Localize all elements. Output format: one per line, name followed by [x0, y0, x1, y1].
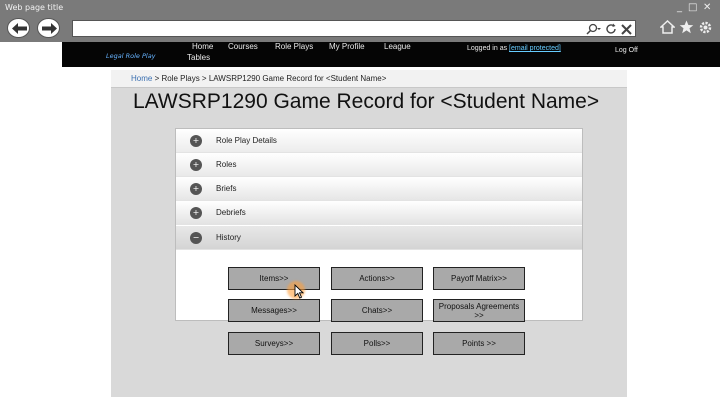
- site-logo[interactable]: Legal Role Play: [106, 52, 156, 60]
- settings-gear-icon[interactable]: [698, 20, 713, 35]
- stop-icon[interactable]: [621, 23, 632, 35]
- accordion-item-history[interactable]: − History: [176, 226, 582, 250]
- nav-tables[interactable]: Tables: [187, 53, 210, 62]
- accordion-item-role-play-details[interactable]: + Role Play Details: [176, 129, 582, 153]
- arrow-left-icon: [12, 23, 27, 34]
- minimize-icon[interactable]: _: [677, 2, 682, 14]
- nav-league[interactable]: League: [384, 42, 411, 51]
- mouse-cursor-icon: [294, 284, 304, 299]
- nav-courses[interactable]: Courses: [228, 42, 258, 51]
- close-icon[interactable]: ✕: [703, 2, 711, 14]
- messages-button[interactable]: Messages>>: [228, 299, 320, 322]
- surveys-button[interactable]: Surveys>>: [228, 332, 320, 355]
- window-titlebar: Web page title _ □ ✕: [0, 0, 720, 17]
- home-icon[interactable]: [660, 20, 675, 34]
- proposals-agreements-button[interactable]: Proposals Agreements >>: [433, 299, 525, 322]
- accordion-label: Debriefs: [216, 208, 246, 217]
- browser-toolbar: [0, 17, 720, 42]
- forward-button[interactable]: [37, 18, 60, 38]
- expand-icon[interactable]: +: [190, 135, 202, 147]
- maximize-icon[interactable]: □: [688, 2, 697, 14]
- log-off-link[interactable]: Log Off: [615, 47, 638, 54]
- breadcrumb: Home > Role Plays > LAWSRP1290 Game Reco…: [111, 70, 627, 88]
- favorites-star-icon[interactable]: [679, 20, 694, 34]
- nav-home[interactable]: Home: [192, 42, 213, 51]
- points-button[interactable]: Points >>: [433, 332, 525, 355]
- site-navbar: Legal Role Play Home Courses Role Plays …: [62, 42, 720, 67]
- items-button[interactable]: Items>>: [228, 267, 320, 290]
- user-email-link[interactable]: [email protected]: [509, 45, 561, 52]
- nav-role-plays[interactable]: Role Plays: [275, 42, 313, 51]
- address-bar[interactable]: [72, 20, 636, 37]
- breadcrumb-trail: > Role Plays > LAWSRP1290 Game Record fo…: [152, 74, 387, 83]
- arrow-right-icon: [42, 23, 57, 34]
- logged-in-prefix: Logged in as: [467, 45, 508, 52]
- collapse-icon[interactable]: −: [190, 232, 202, 244]
- accordion-item-briefs[interactable]: + Briefs: [176, 177, 582, 201]
- page-title: LAWSRP1290 Game Record for <Student Name…: [133, 90, 600, 113]
- breadcrumb-home-link[interactable]: Home: [131, 74, 152, 83]
- expand-icon[interactable]: +: [190, 159, 202, 171]
- accordion-label: History: [216, 233, 241, 242]
- window-title: Web page title: [5, 3, 64, 12]
- accordion-label: Roles: [216, 160, 237, 169]
- expand-icon[interactable]: +: [190, 207, 202, 219]
- search-icon[interactable]: [585, 23, 601, 35]
- expand-icon[interactable]: +: [190, 183, 202, 195]
- actions-button[interactable]: Actions>>: [331, 267, 423, 290]
- payoff-matrix-button[interactable]: Payoff Matrix>>: [433, 267, 525, 290]
- accordion-item-debriefs[interactable]: + Debriefs: [176, 201, 582, 225]
- accordion-label: Role Play Details: [216, 136, 277, 145]
- polls-button[interactable]: Polls>>: [331, 332, 423, 355]
- accordion-label: Briefs: [216, 184, 237, 193]
- accordion-item-roles[interactable]: + Roles: [176, 153, 582, 177]
- record-accordion: + Role Play Details + Roles + Briefs + D…: [175, 128, 583, 321]
- back-button[interactable]: [7, 18, 30, 38]
- nav-my-profile[interactable]: My Profile: [329, 42, 365, 51]
- chats-button[interactable]: Chats>>: [331, 299, 423, 322]
- logged-in-status: Logged in as [email protected]: [467, 45, 561, 52]
- refresh-icon[interactable]: [605, 23, 617, 35]
- main-content: Home > Role Plays > LAWSRP1290 Game Reco…: [111, 70, 627, 397]
